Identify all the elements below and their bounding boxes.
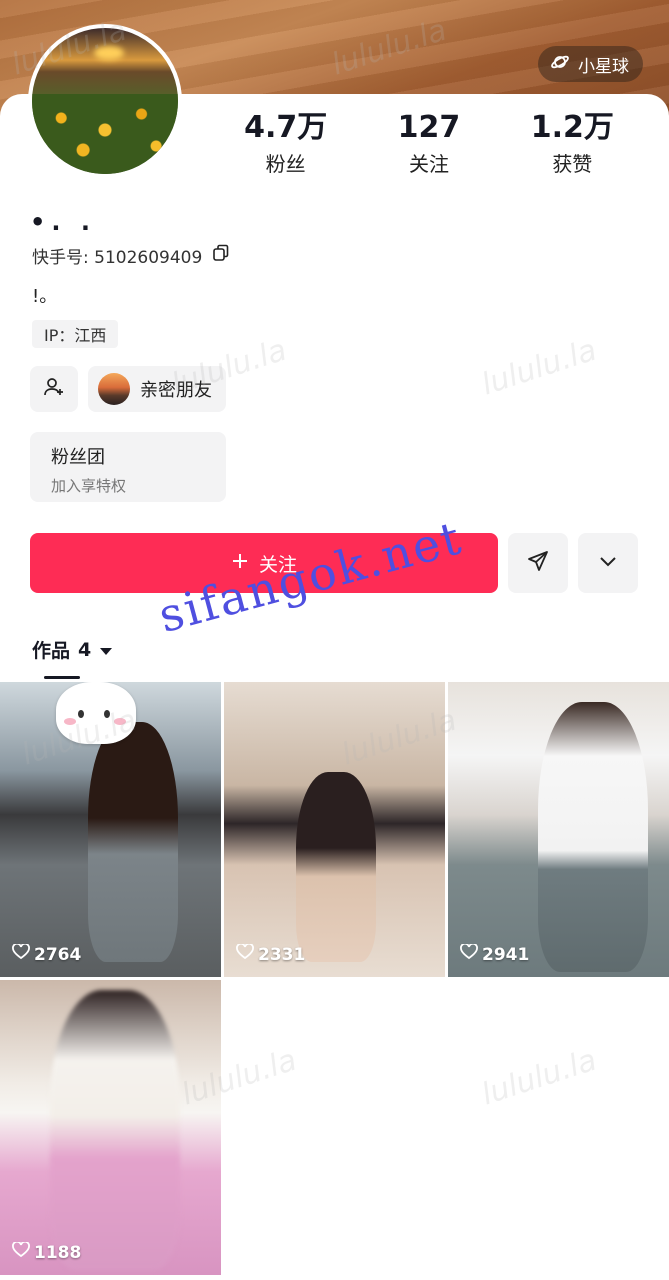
user-id-row: 快手号: 5102609409 bbox=[32, 243, 230, 268]
tab-works[interactable]: 作品 4 bbox=[32, 636, 113, 663]
stat-label: 粉丝 bbox=[265, 152, 306, 176]
heart-icon bbox=[236, 942, 254, 965]
tab-underline bbox=[44, 676, 80, 679]
user-id-text: 快手号: 5102609409 bbox=[32, 248, 203, 268]
ip-location-tag: IP：江西 bbox=[32, 320, 119, 348]
stat-label: 获赞 bbox=[552, 152, 593, 176]
caret-down-icon bbox=[99, 639, 113, 661]
fan-club-subtitle: 加入享特权 bbox=[51, 477, 127, 495]
like-count-value: 1188 bbox=[34, 1242, 82, 1263]
add-friend-button[interactable] bbox=[30, 366, 78, 412]
stat-likes[interactable]: 1.2万 获赞 bbox=[501, 110, 644, 177]
like-count-value: 2331 bbox=[258, 944, 306, 965]
tab-works-count: 4 bbox=[78, 638, 92, 661]
planet-label: 小星球 bbox=[578, 56, 629, 77]
cat-sticker bbox=[56, 682, 136, 744]
heart-icon bbox=[12, 1240, 30, 1263]
stat-following[interactable]: 127 关注 bbox=[357, 110, 500, 177]
more-button[interactable] bbox=[578, 533, 638, 593]
add-user-icon bbox=[43, 376, 65, 402]
tab-works-label: 作品 bbox=[32, 640, 71, 662]
fan-club-card[interactable]: 粉丝团 加入享特权 bbox=[30, 432, 226, 502]
avatar[interactable] bbox=[28, 24, 182, 178]
send-icon bbox=[526, 549, 550, 577]
stats-row: 4.7万 粉丝 127 关注 1.2万 获赞 bbox=[214, 110, 644, 177]
planet-icon bbox=[550, 52, 570, 77]
video-thumbnail[interactable]: 2764 bbox=[0, 682, 221, 977]
close-friend-button[interactable]: 亲密朋友 bbox=[88, 366, 226, 412]
stat-value: 4.7万 bbox=[244, 110, 328, 145]
planet-button[interactable]: 小星球 bbox=[538, 46, 643, 82]
stat-followers[interactable]: 4.7万 粉丝 bbox=[214, 110, 357, 177]
stat-label: 关注 bbox=[408, 152, 449, 176]
video-thumbnail[interactable]: 2331 bbox=[224, 682, 445, 977]
like-count-value: 2941 bbox=[482, 944, 530, 965]
like-count-value: 2764 bbox=[34, 944, 82, 965]
bio-text: !。 bbox=[32, 286, 58, 307]
chevron-down-icon bbox=[597, 550, 619, 576]
like-count: 2764 bbox=[12, 942, 82, 965]
close-friend-label: 亲密朋友 bbox=[140, 380, 212, 401]
fan-club-title: 粉丝团 bbox=[51, 447, 105, 468]
video-thumbnail[interactable]: 2941 bbox=[448, 682, 669, 977]
stat-value: 127 bbox=[397, 110, 461, 145]
video-thumbnail[interactable]: 1188 bbox=[0, 980, 221, 1275]
heart-icon bbox=[460, 942, 478, 965]
stat-value: 1.2万 bbox=[530, 110, 614, 145]
copy-icon[interactable] bbox=[212, 244, 230, 267]
like-count: 2331 bbox=[236, 942, 306, 965]
like-count: 2941 bbox=[460, 942, 530, 965]
share-button[interactable] bbox=[508, 533, 568, 593]
like-count: 1188 bbox=[12, 1240, 82, 1263]
friend-avatar bbox=[98, 373, 130, 405]
nickname: •. . bbox=[30, 208, 96, 236]
heart-icon bbox=[12, 942, 30, 965]
